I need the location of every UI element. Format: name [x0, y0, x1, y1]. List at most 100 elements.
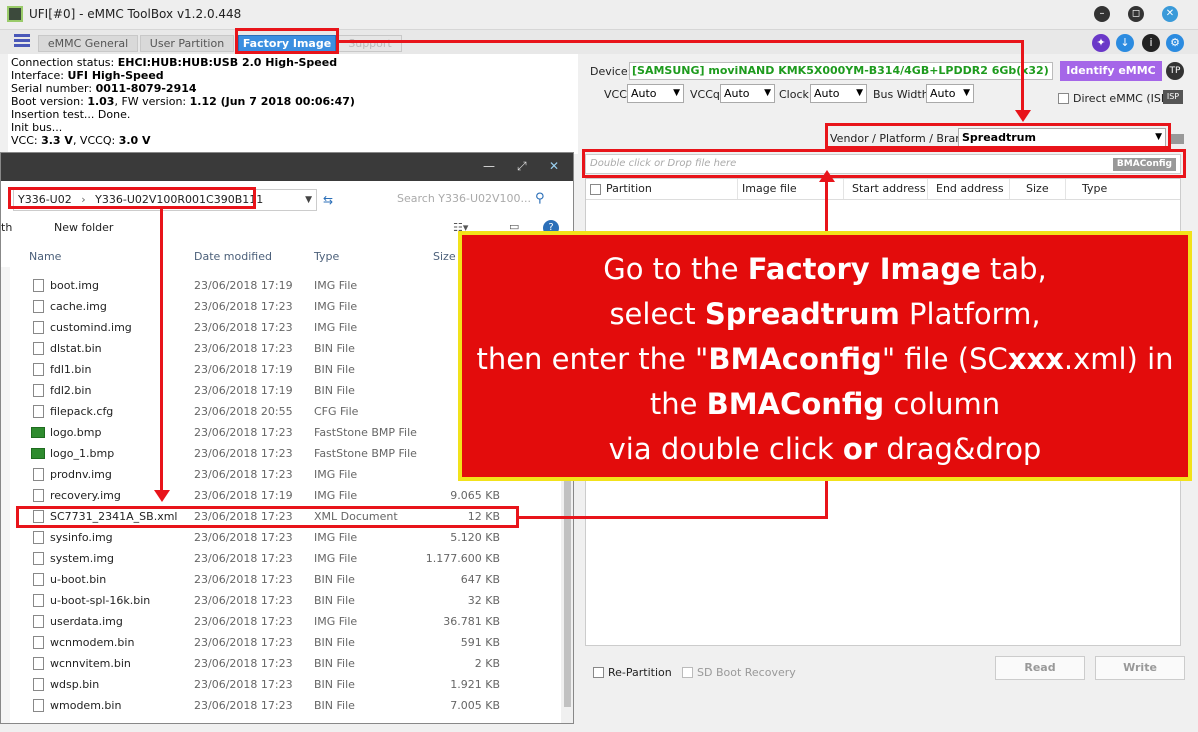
- breadcrumb-item[interactable]: Y336-U02: [18, 193, 72, 206]
- header-divider: [586, 199, 1180, 200]
- table-row[interactable]: system.img 23/06/2018 17:23 IMG File 1.177.…: [1, 548, 573, 569]
- refresh-icon[interactable]: ⇆: [323, 193, 333, 207]
- table-row[interactable]: userdata.img 23/06/2018 17:23 IMG File 36.7…: [1, 611, 573, 632]
- connector-line: [825, 481, 828, 519]
- table-row[interactable]: SC7731_2341A_SB.xml 23/06/2018 17:23 XML D…: [1, 506, 573, 527]
- column-size[interactable]: Size: [433, 250, 456, 263]
- log-line: Interface: UFI High-Speed: [11, 69, 164, 82]
- column-header[interactable]: Start address: [844, 179, 928, 199]
- isp-icon[interactable]: ISP: [1163, 90, 1183, 104]
- callout-line: Go to the Factory Image tab,: [603, 252, 1047, 286]
- vendor-select[interactable]: Spreadtrum ▼: [958, 128, 1166, 147]
- gear-icon[interactable]: ⚙: [1166, 34, 1184, 52]
- tab-emmc-general[interactable]: eMMC General: [38, 35, 138, 52]
- globe-icon[interactable]: ✦: [1092, 34, 1110, 52]
- column-date[interactable]: Date modified: [194, 250, 272, 263]
- tab-factory-image[interactable]: Factory Image: [238, 35, 336, 52]
- sd-boot-checkbox[interactable]: [682, 667, 693, 678]
- select-all-checkbox[interactable]: [590, 184, 601, 195]
- file-icon: [33, 300, 44, 313]
- column-header[interactable]: Size: [1010, 179, 1066, 199]
- table-row[interactable]: wcnmodem.bin 23/06/2018 17:23 BIN File 591 …: [1, 632, 573, 653]
- file-icon: [33, 405, 44, 418]
- search-input[interactable]: Search Y336-U02V100...: [347, 189, 553, 211]
- connector-line: [519, 516, 828, 519]
- minimize-icon[interactable]: —: [483, 159, 495, 173]
- column-header[interactable]: End address: [928, 179, 1010, 199]
- read-button[interactable]: Read: [995, 656, 1085, 680]
- minimize-icon[interactable]: –: [1094, 6, 1110, 22]
- file-icon: [33, 363, 44, 376]
- identify-emmc-button[interactable]: Identify eMMC: [1060, 61, 1162, 81]
- log-line: Insertion test... Done.: [11, 108, 131, 121]
- chevron-down-icon[interactable]: ▼: [305, 190, 312, 210]
- log-line: VCC: 3.3 V, VCCQ: 3.0 V: [11, 134, 151, 147]
- table-row[interactable]: u-boot-spl-16k.bin 23/06/2018 17:23 BIN Fi…: [1, 590, 573, 611]
- file-name: fdl2.bin: [50, 384, 92, 397]
- file-icon: [33, 384, 44, 397]
- info-icon[interactable]: i: [1142, 34, 1160, 52]
- file-date: 23/06/2018 17:23: [194, 573, 293, 586]
- write-button[interactable]: Write: [1095, 656, 1185, 680]
- file-name: logo_1.bmp: [50, 447, 115, 460]
- file-size: 12 KB: [467, 510, 500, 523]
- column-header[interactable]: Image file: [738, 179, 844, 199]
- file-type: IMG File: [314, 468, 358, 481]
- file-icon: [33, 531, 44, 544]
- table-row[interactable]: wmodem.bin 23/06/2018 17:23 BIN File 7.005 …: [1, 695, 573, 716]
- tab-support[interactable]: Support: [338, 35, 402, 52]
- search-icon[interactable]: ⚲: [535, 191, 545, 206]
- close-icon[interactable]: ✕: [549, 159, 559, 173]
- file-icon: [33, 657, 44, 670]
- bus-width-select[interactable]: Auto ▼: [926, 84, 974, 103]
- file-size: 5.120 KB: [450, 531, 500, 544]
- maximize-icon[interactable]: ◻: [1128, 6, 1144, 22]
- table-row[interactable]: recovery.img 23/06/2018 17:19 IMG File 9.06…: [1, 485, 573, 506]
- connector-line: [1021, 40, 1024, 114]
- breadcrumb[interactable]: Y336-U02 › Y336-U02V100R001C390B111 ▼: [13, 189, 317, 211]
- restore-icon[interactable]: ⤢: [517, 159, 527, 174]
- column-name[interactable]: Name: [29, 250, 61, 263]
- log-line: Connection status: EHCI:HUB:HUB:USB 2.0 …: [11, 56, 338, 69]
- chevron-down-icon: ▼: [856, 88, 863, 98]
- file-name: recovery.img: [50, 489, 121, 502]
- tab-user-partition[interactable]: User Partition: [140, 35, 234, 52]
- column-header[interactable]: Type: [1066, 179, 1180, 199]
- file-type: IMG File: [314, 552, 358, 565]
- file-date: 23/06/2018 17:23: [194, 594, 293, 607]
- file-date: 23/06/2018 17:23: [194, 552, 293, 565]
- table-row[interactable]: sysinfo.img 23/06/2018 17:23 IMG File 5.120…: [1, 527, 573, 548]
- direct-emmc-checkbox[interactable]: [1058, 93, 1069, 104]
- file-type: IMG File: [314, 321, 358, 334]
- column-type[interactable]: Type: [314, 250, 339, 263]
- vcc-select[interactable]: Auto ▼: [627, 84, 684, 103]
- close-icon[interactable]: ✕: [1162, 6, 1178, 22]
- file-date: 23/06/2018 17:23: [194, 531, 293, 544]
- file-icon: [33, 594, 44, 607]
- vccq-select[interactable]: Auto ▼: [720, 84, 775, 103]
- table-row[interactable]: u-boot.bin 23/06/2018 17:23 BIN File 647 KB: [1, 569, 573, 590]
- repartition-checkbox[interactable]: [593, 667, 604, 678]
- file-name: wcnmodem.bin: [50, 636, 135, 649]
- menu-icon[interactable]: [14, 34, 30, 48]
- toolbar-item[interactable]: th: [1, 221, 12, 234]
- download-icon[interactable]: ↓: [1116, 34, 1134, 52]
- table-row[interactable]: wdsp.bin 23/06/2018 17:23 BIN File 1.921 KB: [1, 674, 573, 695]
- file-type: BIN File: [314, 657, 355, 670]
- file-date: 23/06/2018 17:23: [194, 615, 293, 628]
- bmaconfig-drop-zone[interactable]: Double click or Drop file here BMAConfig: [585, 154, 1181, 174]
- column-header[interactable]: Partition: [604, 179, 738, 199]
- clock-select[interactable]: Auto ▼: [810, 84, 867, 103]
- breadcrumb-item[interactable]: Y336-U02V100R001C390B111: [95, 193, 263, 206]
- file-type: BIN File: [314, 363, 355, 376]
- new-folder-button[interactable]: New folder: [54, 221, 113, 234]
- chevron-down-icon: ▼: [963, 88, 970, 98]
- vccq-label: VCCq:: [690, 88, 724, 101]
- folder-icon[interactable]: [1170, 134, 1184, 144]
- file-type: BIN File: [314, 384, 355, 397]
- tp-icon[interactable]: TP: [1166, 62, 1184, 80]
- table-row[interactable]: wcnnvitem.bin 23/06/2018 17:23 BIN File 2 K…: [1, 653, 573, 674]
- log-line: Boot version: 1.03, FW version: 1.12 (Ju…: [11, 95, 355, 108]
- file-date: 23/06/2018 17:23: [194, 636, 293, 649]
- file-date: 23/06/2018 17:23: [194, 678, 293, 691]
